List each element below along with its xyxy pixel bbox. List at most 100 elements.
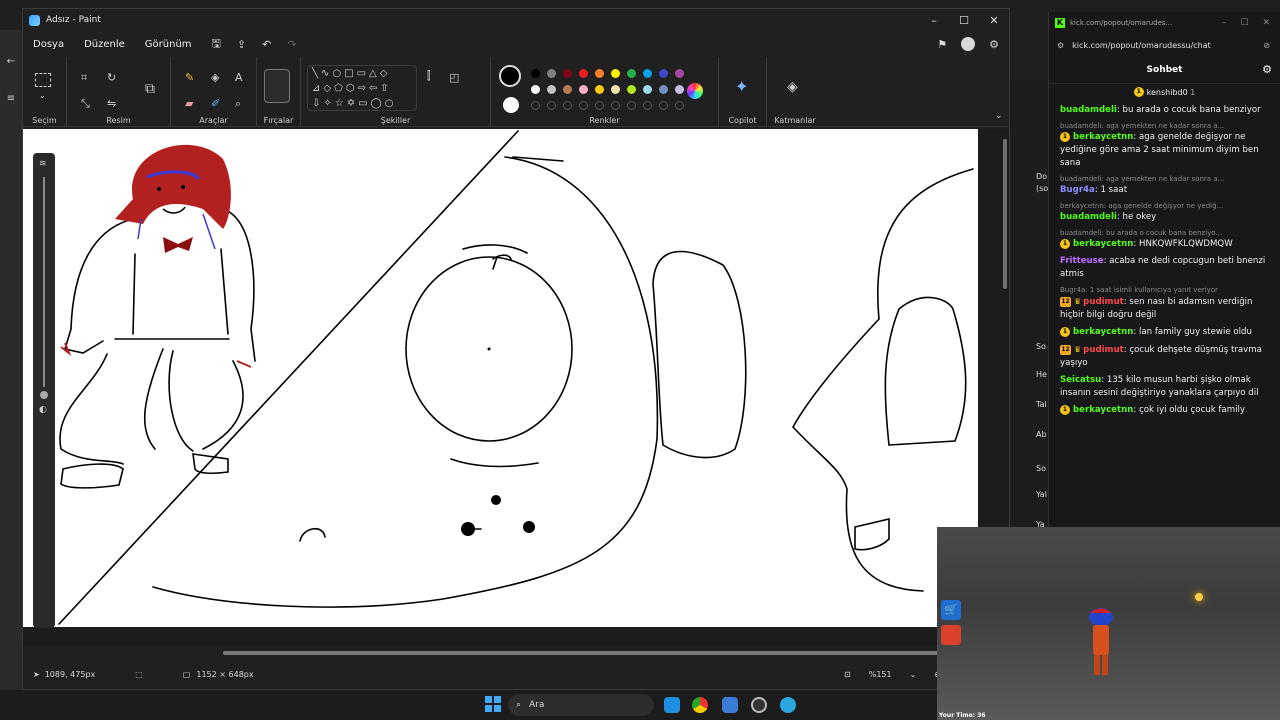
brush-size-slider[interactable]: ≋ ◐ [33,153,55,628]
secondary-color[interactable] [503,97,519,113]
drawing-canvas[interactable] [23,129,978,627]
shop-cart-icon[interactable]: 🛒 [941,600,961,620]
chat-username[interactable]: Fritteuse [1060,256,1104,266]
settings-gear-icon[interactable]: ⚙ [989,38,999,51]
reply-context[interactable]: berkaycetnn: aga genelde değişyor ne yed… [1060,201,1270,211]
resize-icon[interactable]: ⤡ [81,97,90,111]
horizontal-scrollbar[interactable] [31,649,971,657]
eraser-icon[interactable]: ▰ [185,97,193,110]
redo-icon[interactable]: ↷ [287,38,296,51]
layers-icon[interactable]: ◈ [787,79,798,95]
color-swatch[interactable] [595,69,604,78]
chat-username[interactable]: berkaycetnn [1073,327,1133,337]
paint-titlebar[interactable]: Adsız - Paint – ☐ ✕ [23,9,1009,31]
custom-color-slot[interactable] [659,101,668,110]
chat-username[interactable]: berkaycetnn [1073,132,1133,142]
selection-icon[interactable] [35,73,51,87]
text-icon[interactable]: A [235,71,243,84]
color-swatch[interactable] [531,69,540,78]
chat-titlebar[interactable]: K kick.com/popout/omarudes... – ☐ ✕ [1049,12,1280,34]
minimize-button[interactable]: – [1222,18,1227,28]
chrome-icon[interactable] [692,697,708,713]
feedback-icon[interactable]: ⚑ [937,38,947,51]
primary-color[interactable] [499,65,521,87]
size-knob[interactable] [40,391,48,399]
custom-color-slot[interactable] [611,101,620,110]
game-app-icon[interactable] [751,697,767,713]
maximize-button[interactable]: ☐ [949,14,979,27]
color-swatch[interactable] [579,85,588,94]
chat-username[interactable]: Seicatsu [1060,375,1101,385]
color-swatch[interactable] [627,85,636,94]
character-icon[interactable] [941,625,961,645]
save-icon[interactable]: 🖫 [212,35,221,54]
maximize-button[interactable]: ☐ [1240,18,1248,28]
custom-color-slot[interactable] [643,101,652,110]
undo-icon[interactable]: ↶ [262,38,271,51]
chat-username[interactable]: Bugr4a [1060,185,1095,195]
share-icon[interactable]: ⇪ [237,38,246,51]
pinned-banner[interactable]: 1 kenshibd0 1 [1049,84,1280,100]
edit-colors-icon[interactable] [687,83,703,99]
store-icon[interactable] [722,697,738,713]
color-swatch[interactable] [659,85,668,94]
collapse-ribbon-icon[interactable]: ⌄ [995,111,1003,121]
color-swatch[interactable] [611,85,620,94]
fill-icon[interactable]: ◈ [211,71,219,84]
crop-icon[interactable]: ⌗ [81,71,87,85]
eye-off-icon[interactable]: ⊘ [1263,41,1270,50]
color-swatch[interactable] [675,85,684,94]
pencil-icon[interactable]: ✎ [185,71,194,84]
color-picker-icon[interactable]: ✐ [211,97,220,110]
custom-color-slot[interactable] [579,101,588,110]
fill-style-icon[interactable]: ◰ [449,71,459,84]
menu-view[interactable]: Görünüm [145,39,192,50]
color-swatch[interactable] [547,69,556,78]
color-swatch[interactable] [563,69,572,78]
color-swatch[interactable] [611,69,620,78]
color-swatch[interactable] [563,85,572,94]
chat-username[interactable]: buadamdeli [1060,105,1117,115]
edge-icon[interactable] [664,697,680,713]
chat-username[interactable]: pudimut [1083,345,1124,355]
magnifier-icon[interactable]: ⌕ [235,97,241,111]
scroll-thumb[interactable] [223,651,943,655]
zoom-level[interactable]: %151 [869,670,892,679]
color-swatch[interactable] [627,69,636,78]
color-swatch[interactable] [659,69,668,78]
reply-context[interactable]: Bugr4a: 1 saat isimli kullanıcıya yanıt … [1060,285,1270,295]
address-bar[interactable]: ⚙ kick.com/popout/omarudessu/chat ⊘ [1049,34,1280,56]
paint-taskbar-icon[interactable] [780,697,796,713]
rotate-icon[interactable]: ↻ [107,71,116,84]
image-properties-icon[interactable]: ⧉ [145,81,155,97]
chat-settings-icon[interactable]: ⚙ [1262,63,1272,76]
color-swatch[interactable] [595,85,604,94]
custom-color-slot[interactable] [595,101,604,110]
shapes-gallery[interactable]: ╲∿○□▭△◇ ⊿◇⬠⬡⇨⇦⇧ ⇩✧☆✡▭◯○ [307,65,417,111]
reply-context[interactable]: buadamdeli: bu arada o cocuk bana benziy… [1060,228,1270,238]
custom-color-slot[interactable] [627,101,636,110]
copilot-icon[interactable]: ✦ [735,77,748,96]
site-info-icon[interactable]: ⚙ [1057,41,1064,50]
color-swatch[interactable] [531,85,540,94]
custom-color-slot[interactable] [563,101,572,110]
chat-username[interactable]: pudimut [1083,297,1124,307]
color-swatch[interactable] [675,69,684,78]
close-button[interactable]: ✕ [1262,18,1270,28]
custom-color-slot[interactable] [547,101,556,110]
menu-edit[interactable]: Düzenle [84,39,125,50]
brush-button[interactable] [264,69,290,103]
back-arrow-icon[interactable]: ← [0,56,22,67]
chevron-down-icon[interactable]: ⌄ [910,670,917,679]
chevron-down-icon[interactable]: ⌄ [39,91,46,100]
menu-file[interactable]: Dosya [33,39,64,50]
flip-icon[interactable]: ⇋ [107,97,116,110]
color-swatch[interactable] [579,69,588,78]
chat-username[interactable]: berkaycetnn [1073,239,1133,249]
chat-username[interactable]: buadamdeli [1060,212,1117,222]
url-text[interactable]: kick.com/popout/omarudessu/chat [1072,41,1211,50]
menu-icon[interactable]: ≡ [0,93,22,104]
chat-username[interactable]: berkaycetnn [1073,405,1133,415]
taskbar-search[interactable]: ⌕ Ara [508,694,654,716]
account-avatar[interactable] [961,37,976,51]
